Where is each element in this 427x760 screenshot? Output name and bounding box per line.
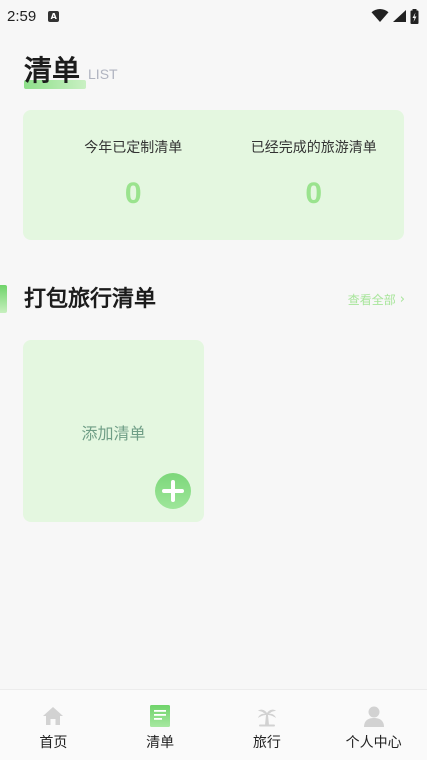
palm-tree-icon: [255, 704, 279, 728]
status-right: [371, 8, 419, 24]
nav-label-list: 清单: [146, 735, 175, 751]
list-icon: [148, 704, 172, 728]
stat-custom-lists: 今年已定制清单 0: [23, 110, 224, 240]
status-left: 2:59 A: [7, 7, 60, 25]
nav-item-profile[interactable]: 个人中心: [320, 690, 427, 760]
cellular-signal-icon: [393, 10, 406, 22]
view-all-label: 查看全部: [347, 293, 396, 307]
nav-item-home[interactable]: 首页: [0, 690, 107, 760]
stats-card: 今年已定制清单 0 已经完成的旅游清单 0: [23, 110, 404, 240]
stat-value: 0: [124, 177, 142, 210]
title-wrap: 清单: [24, 52, 86, 90]
nav-label-travel: 旅行: [252, 735, 281, 751]
view-all-link[interactable]: 查看全部 ›: [348, 291, 405, 308]
section-accent-bar: [0, 285, 7, 313]
add-list-card[interactable]: 添加清单: [23, 340, 204, 522]
home-icon: [41, 704, 65, 728]
nav-item-list[interactable]: 清单: [107, 690, 214, 760]
bottom-nav: 首页 清单 旅行 个人中心: [0, 689, 427, 760]
status-bar: 2:59 A: [0, 0, 427, 32]
nav-label-profile: 个人中心: [345, 735, 402, 751]
battery-icon: [410, 8, 419, 24]
add-plus-icon[interactable]: [155, 473, 191, 509]
stat-label: 已经完成的旅游清单: [250, 140, 377, 156]
add-list-label: 添加清单: [81, 424, 146, 443]
stat-label: 今年已定制清单: [84, 140, 183, 156]
notification-icon: A: [48, 10, 60, 22]
page-title: 清单: [24, 54, 81, 87]
nav-label-home: 首页: [39, 735, 68, 751]
section-title: 打包旅行清单: [24, 287, 157, 312]
wifi-icon: [371, 9, 389, 22]
stat-value: 0: [305, 177, 323, 210]
page-header: 清单 LIST: [24, 52, 118, 90]
stat-completed-lists: 已经完成的旅游清单 0: [224, 110, 405, 240]
nav-item-travel[interactable]: 旅行: [214, 690, 321, 760]
person-icon: [362, 704, 386, 728]
chevron-right-icon: ›: [399, 292, 405, 307]
status-time: 2:59: [7, 7, 37, 25]
page-subtitle: LIST: [88, 66, 118, 82]
